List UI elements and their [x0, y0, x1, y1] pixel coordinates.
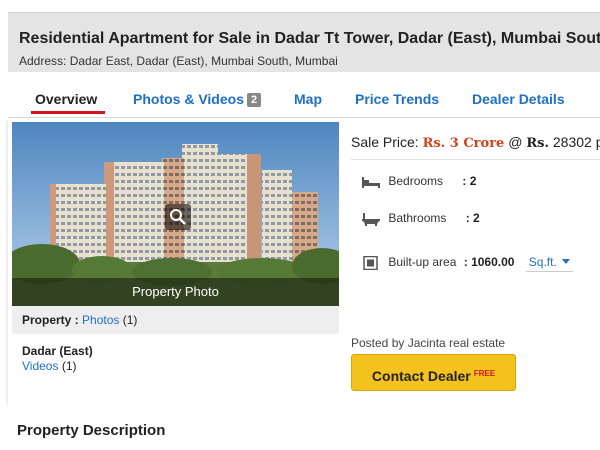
builtup-label: Built-up area — [388, 255, 457, 269]
photos-count: (1) — [122, 313, 138, 327]
chevron-down-icon — [561, 259, 570, 264]
listing-header: Residential Apartment for Sale in Dadar … — [8, 12, 600, 72]
locality-videos: Videos (1) — [22, 359, 77, 373]
address-line: Address: Dadar East, Dadar (East), Mumba… — [19, 54, 338, 68]
property-label: Property : — [22, 313, 79, 327]
property-media-strip: Property : Photos (1) — [12, 306, 339, 334]
section-heading: Property Description — [17, 422, 166, 439]
tab-bar: Overview Photos & Videos 2 Map Price Tren… — [8, 72, 600, 118]
tab-map[interactable]: Map — [294, 91, 322, 107]
area-icon — [361, 255, 381, 271]
photos-count-badge: 2 — [246, 93, 262, 107]
contact-dealer-label: Contact Dealer — [371, 368, 471, 384]
active-tab-indicator — [31, 111, 105, 114]
bathtub-icon — [361, 212, 381, 226]
bedrooms-row: Bedrooms : 2 — [361, 174, 476, 189]
sale-price-label: Sale Price: — [351, 134, 419, 150]
rate-value: 28302 — [552, 134, 592, 150]
tab-photos-videos-label: Photos & Videos — [133, 91, 244, 107]
videos-count: (1) — [61, 359, 77, 373]
photo-caption: Property Photo — [12, 278, 339, 306]
tab-dealer-details[interactable]: Dealer Details — [472, 91, 565, 107]
bathrooms-value: : 2 — [465, 211, 480, 225]
bedrooms-value: : 2 — [462, 174, 477, 188]
area-unit-value: Sq.ft. — [528, 255, 557, 269]
tab-price-trends[interactable]: Price Trends — [355, 91, 439, 107]
tab-overview[interactable]: Overview — [35, 91, 97, 107]
locality-name: Dadar (East) — [22, 344, 93, 358]
videos-link[interactable]: Videos — [22, 359, 58, 373]
bedrooms-label: Bedrooms — [388, 174, 444, 188]
rate-per: per — [595, 134, 600, 150]
builtup-row: Built-up area : 1060.00 Sq.ft. — [361, 255, 573, 272]
bathrooms-label: Bathrooms — [388, 211, 447, 225]
divider — [351, 159, 600, 160]
page-title: Residential Apartment for Sale in Dadar … — [19, 30, 600, 47]
rate-currency: Rs. — [526, 136, 549, 151]
at-symbol: @ — [508, 134, 523, 150]
area-unit-select[interactable]: Sq.ft. — [525, 255, 573, 272]
listing-card: Property Photo Property : Photos (1) Dad… — [8, 118, 600, 404]
free-badge: FREE — [473, 369, 496, 378]
contact-dealer-button[interactable]: Contact Dealer FREE — [351, 354, 516, 391]
tab-photos-videos[interactable]: Photos & Videos 2 — [133, 91, 262, 107]
sale-price-value: Rs. 3 Crore — [422, 136, 505, 151]
listing-details: Sale Price: Rs. 3 Crore @ Rs. 28302 per … — [351, 118, 600, 404]
property-description-section: Property Description — [8, 404, 600, 450]
builtup-value: : 1060.00 — [463, 255, 515, 269]
photos-link[interactable]: Photos — [82, 313, 119, 327]
sale-price-row: Sale Price: Rs. 3 Crore @ Rs. 28302 per — [351, 134, 600, 151]
bed-icon — [361, 175, 381, 189]
magnifier-icon[interactable] — [165, 204, 191, 230]
posted-by: Posted by Jacinta real estate — [351, 336, 506, 350]
property-photo[interactable]: Property Photo — [12, 122, 339, 306]
bathrooms-row: Bathrooms : 2 — [361, 211, 480, 226]
